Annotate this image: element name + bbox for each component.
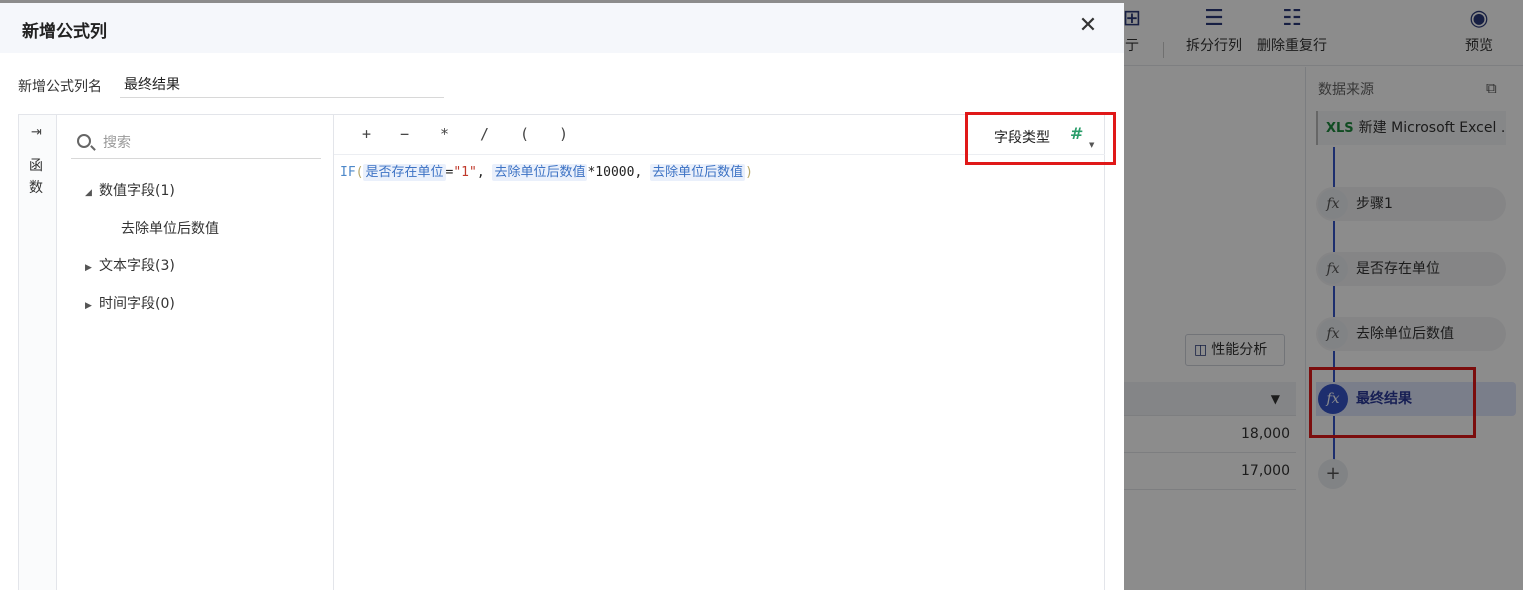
tree-node-numeric[interactable]: ◢ 数值字段(1) bbox=[85, 180, 175, 200]
minus-operator[interactable]: − bbox=[400, 125, 409, 143]
triangle-right-icon: ▶ bbox=[85, 263, 92, 273]
search-box bbox=[71, 127, 321, 159]
close-paren-operator[interactable]: ) bbox=[559, 125, 568, 143]
triangle-down-icon: ◢ bbox=[85, 188, 92, 198]
search-icon bbox=[77, 134, 91, 148]
plus-operator[interactable]: + bbox=[362, 125, 371, 143]
formula-editor-pane: + − * / ( ) 字段类型 # ▼ IF(是否存在单位 ="1", 去除单位… bbox=[334, 115, 1105, 590]
expand-icon[interactable]: ⇥ bbox=[31, 125, 42, 140]
dialog-header: 新增公式列 ✕ bbox=[0, 3, 1124, 53]
formula-text[interactable]: IF(是否存在单位 ="1", 去除单位后数值 *10000, 去除单位后数值) bbox=[340, 163, 753, 183]
field-chip[interactable]: 是否存在单位 bbox=[363, 164, 446, 181]
formula-panel: ⇥ 函数 ◢数值字段(1) 去除单位后数值 ▶文本字段(3) ▶时间字段(0) … bbox=[18, 114, 1105, 590]
multiply-operator[interactable]: * bbox=[440, 125, 449, 143]
field-chip[interactable]: 去除单位后数值 bbox=[650, 164, 746, 181]
search-input[interactable] bbox=[103, 131, 313, 155]
function-rail: ⇥ 函数 bbox=[19, 115, 57, 590]
column-name-input[interactable] bbox=[120, 70, 444, 98]
tree-node-text[interactable]: ▶ 文本字段(3) bbox=[85, 255, 175, 275]
close-icon[interactable]: ✕ bbox=[1076, 14, 1100, 38]
triangle-right-icon: ▶ bbox=[85, 301, 92, 311]
divide-operator[interactable]: / bbox=[480, 125, 489, 143]
tree-node-time[interactable]: ▶ 时间字段(0) bbox=[85, 293, 175, 313]
field-chip[interactable]: 去除单位后数值 bbox=[492, 164, 588, 181]
field-item[interactable]: 去除单位后数值 bbox=[121, 218, 219, 238]
field-list-pane: ◢数值字段(1) 去除单位后数值 ▶文本字段(3) ▶时间字段(0) bbox=[57, 115, 334, 590]
dialog-title: 新增公式列 bbox=[22, 22, 107, 42]
add-formula-column-dialog: 新增公式列 ✕ 新增公式列名 ⇥ 函数 ◢数值字段(1) 去除单位后数值 ▶文本… bbox=[0, 3, 1124, 590]
functions-tab[interactable]: 函数 bbox=[29, 155, 47, 199]
column-name-label: 新增公式列名 bbox=[18, 79, 102, 95]
open-paren-operator[interactable]: ( bbox=[520, 125, 529, 143]
highlight-box bbox=[965, 112, 1116, 165]
